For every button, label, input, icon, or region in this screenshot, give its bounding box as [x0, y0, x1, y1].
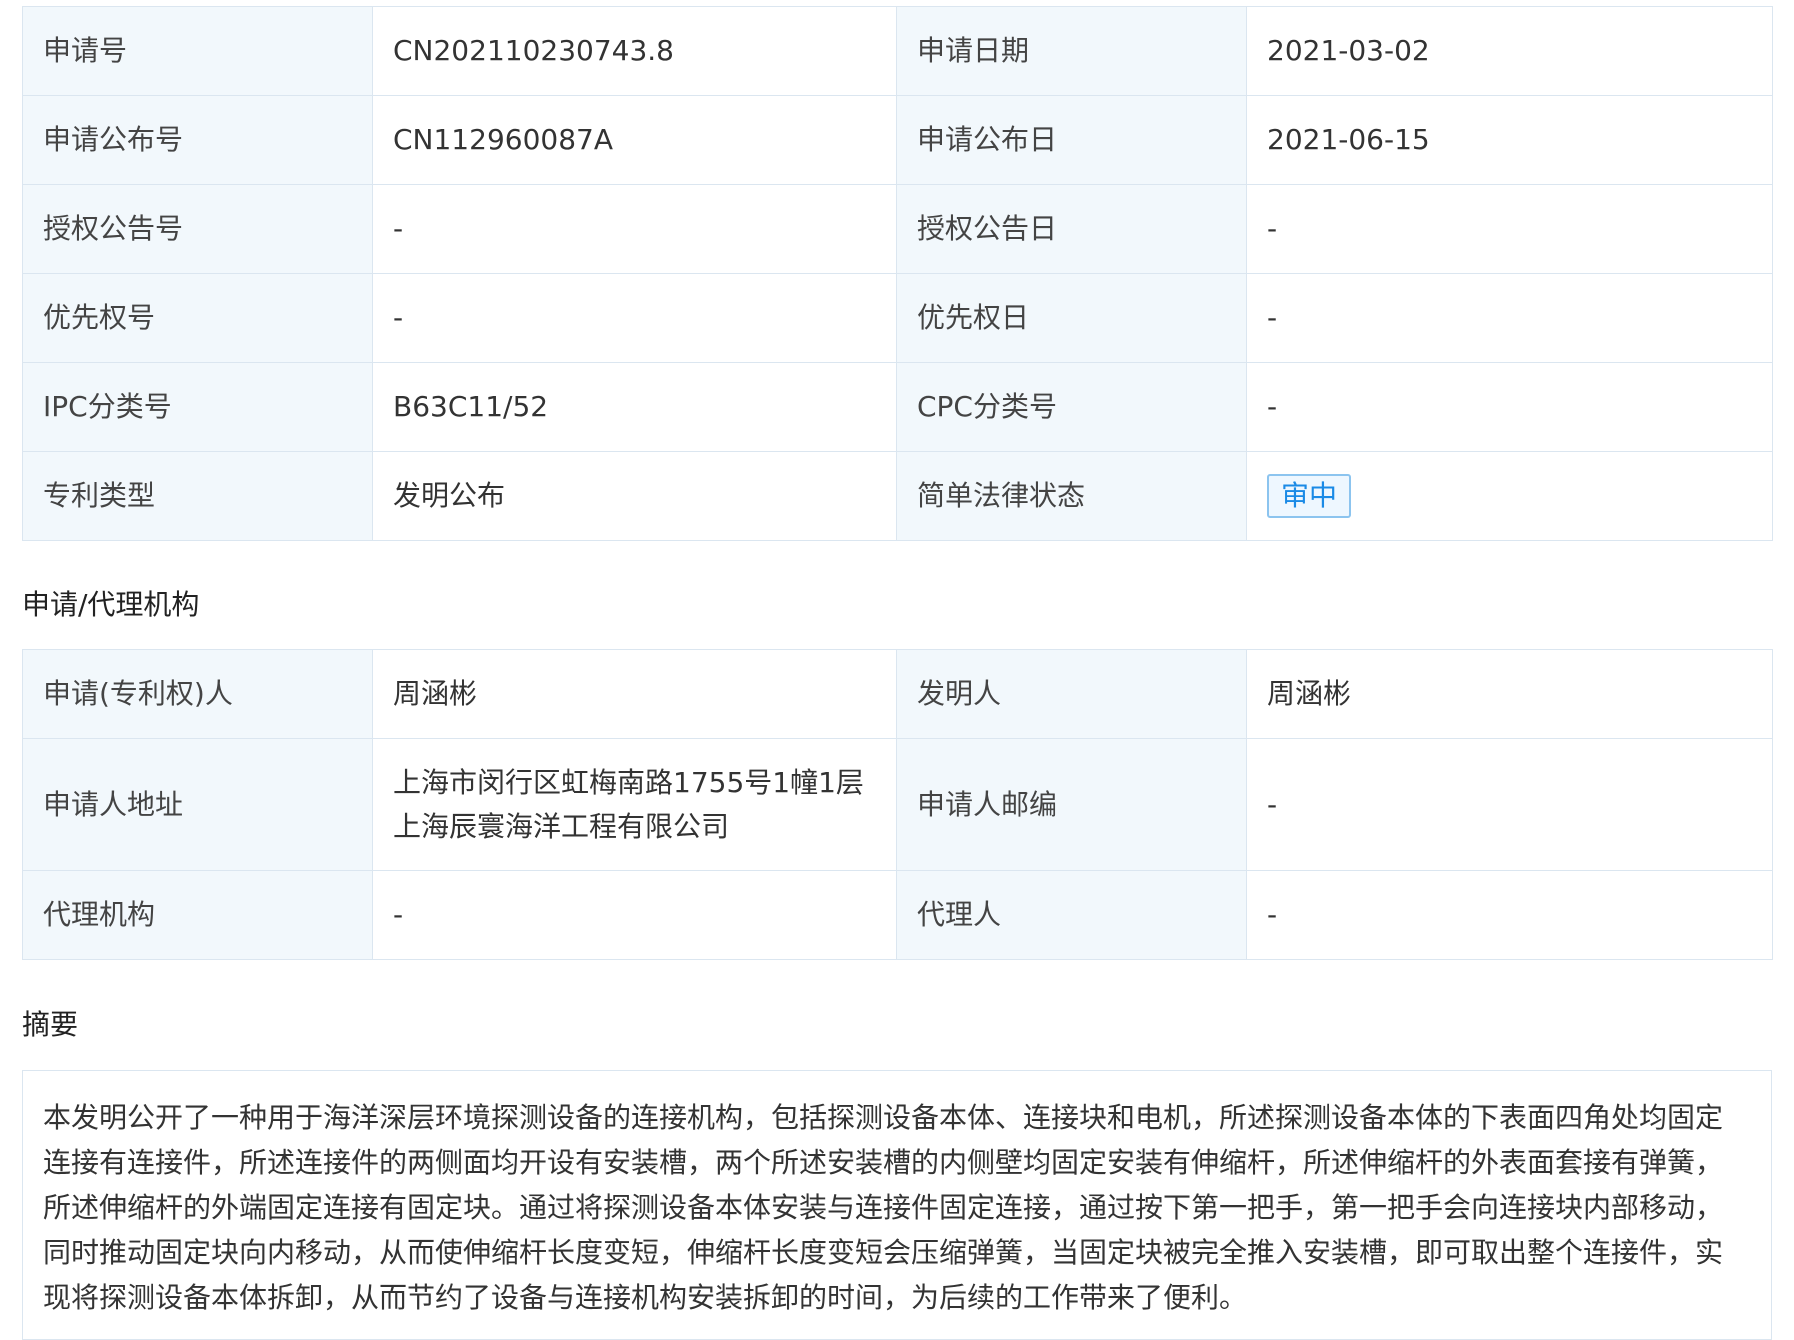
table-row: 授权公告号 - 授权公告日 -: [22, 184, 1773, 274]
ipc-class-label: IPC分类号: [22, 362, 373, 452]
publication-number-value: CN112960087A: [372, 95, 897, 185]
applicant-label: 申请(专利权)人: [22, 649, 373, 739]
abstract-section-heading: 摘要: [22, 1008, 79, 1041]
application-date-label: 申请日期: [896, 6, 1247, 96]
abstract-line: 同时推动固定块向内移动，从而使伸缩杆长度变短，伸缩杆长度变短会压缩弹簧，当固定块…: [43, 1236, 1724, 1269]
applicant-address-label: 申请人地址: [22, 738, 373, 871]
application-number-value: CN202110230743.8: [372, 6, 897, 96]
publication-date-label: 申请公布日: [896, 95, 1247, 185]
table-row: 申请人地址 上海市闵行区虹梅南路1755号1幢1层 上海辰寰海洋工程有限公司 申…: [22, 738, 1773, 871]
abstract-line: 现将探测设备本体拆卸，从而节约了设备与连接机构安装拆卸的时间，为后续的工作带来了…: [43, 1281, 1248, 1314]
table-row: 优先权号 - 优先权日 -: [22, 273, 1773, 363]
inventor-value: 周涵彬: [1246, 649, 1773, 739]
applicant-address-line-1: 上海市闵行区虹梅南路1755号1幢1层: [393, 765, 864, 799]
patent-type-value: 发明公布: [372, 451, 897, 541]
patent-type-label: 专利类型: [22, 451, 373, 541]
table-row: 申请号 CN202110230743.8 申请日期 2021-03-02: [22, 6, 1773, 96]
table-row: 代理机构 - 代理人 -: [22, 870, 1773, 960]
agency-label: 代理机构: [22, 870, 373, 960]
applicant-postcode-value: -: [1246, 738, 1773, 871]
abstract-line: 本发明公开了一种用于海洋深层环境探测设备的连接机构，包括探测设备本体、连接块和电…: [43, 1101, 1724, 1134]
application-date-value: 2021-03-02: [1246, 6, 1773, 96]
table-row: 申请公布号 CN112960087A 申请公布日 2021-06-15: [22, 95, 1773, 185]
priority-date-value: -: [1246, 273, 1773, 363]
priority-number-value: -: [372, 273, 897, 363]
abstract-line: 连接有连接件，所述连接件的两侧面均开设有安装槽，两个所述安装槽的内侧壁均固定安装…: [43, 1146, 1724, 1179]
table-row: 专利类型 发明公布 简单法律状态 审中: [22, 451, 1773, 541]
abstract-box: 本发明公开了一种用于海洋深层环境探测设备的连接机构，包括探测设备本体、连接块和电…: [22, 1070, 1772, 1340]
basic-info-table: 申请号 CN202110230743.8 申请日期 2021-03-02 申请公…: [22, 6, 1773, 541]
grant-number-value: -: [372, 184, 897, 274]
agent-label: 代理人: [896, 870, 1247, 960]
abstract-line: 所述伸缩杆的外端固定连接有固定块。通过将探测设备本体安装与连接件固定连接，通过按…: [43, 1191, 1724, 1224]
grant-date-label: 授权公告日: [896, 184, 1247, 274]
agent-value: -: [1246, 870, 1773, 960]
priority-number-label: 优先权号: [22, 273, 373, 363]
cpc-class-value: -: [1246, 362, 1773, 452]
agency-section-heading: 申请/代理机构: [22, 588, 200, 621]
grant-number-label: 授权公告号: [22, 184, 373, 274]
cpc-class-label: CPC分类号: [896, 362, 1247, 452]
table-row: 申请(专利权)人 周涵彬 发明人 周涵彬: [22, 649, 1773, 739]
applicant-address-value: 上海市闵行区虹梅南路1755号1幢1层 上海辰寰海洋工程有限公司: [372, 738, 897, 871]
publication-date-value: 2021-06-15: [1246, 95, 1773, 185]
applicant-value: 周涵彬: [372, 649, 897, 739]
legal-status-badge[interactable]: 审中: [1267, 474, 1352, 518]
applicant-address-line-2: 上海辰寰海洋工程有限公司: [393, 809, 730, 843]
inventor-label: 发明人: [896, 649, 1247, 739]
legal-status-label: 简单法律状态: [896, 451, 1247, 541]
application-number-label: 申请号: [22, 6, 373, 96]
table-row: IPC分类号 B63C11/52 CPC分类号 -: [22, 362, 1773, 452]
legal-status-cell: 审中: [1246, 451, 1773, 541]
agency-table: 申请(专利权)人 周涵彬 发明人 周涵彬 申请人地址 上海市闵行区虹梅南路175…: [22, 649, 1773, 960]
applicant-postcode-label: 申请人邮编: [896, 738, 1247, 871]
grant-date-value: -: [1246, 184, 1773, 274]
agency-value: -: [372, 870, 897, 960]
publication-number-label: 申请公布号: [22, 95, 373, 185]
priority-date-label: 优先权日: [896, 273, 1247, 363]
ipc-class-value: B63C11/52: [372, 362, 897, 452]
